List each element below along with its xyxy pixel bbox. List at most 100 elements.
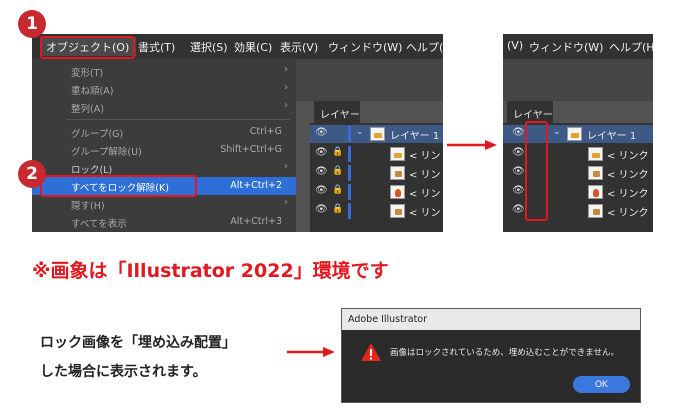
eye-icon[interactable]: 👁: [512, 166, 525, 177]
layer-thumbnail-icon: [370, 127, 385, 141]
step-badge-1: 1: [18, 10, 46, 38]
layer-color-bar: [348, 203, 351, 219]
linked-file-label: < リン: [409, 151, 441, 162]
arrow-right-icon: [447, 140, 497, 150]
control-bar: [503, 59, 653, 101]
menu-item-shortcut: Alt+Ctrl+2: [230, 180, 282, 191]
control-bar: [296, 59, 443, 101]
ok-button[interactable]: OK: [573, 376, 630, 393]
layer-thumbnail-icon: [588, 185, 603, 199]
lock-icon[interactable]: 🔒: [332, 185, 343, 195]
menu-window[interactable]: ウィンドウ(W): [529, 39, 603, 55]
menu-item-shortcut: Alt+Ctrl+3: [230, 216, 282, 227]
eye-icon[interactable]: 👁: [315, 204, 328, 215]
layer-row[interactable]: 👁 ⌄ レイヤー 1: [310, 125, 443, 143]
layer-color-bar: [348, 126, 351, 142]
layer-thumbnail-icon: [588, 147, 603, 161]
layer-thumbnail-icon: [567, 127, 582, 141]
menu-type[interactable]: 書式(T): [138, 39, 175, 55]
layers-list: 👁 ⌄ レイヤー 1 👁 🔒 < リン 👁 🔒 < リン 👁 🔒 < リン 👁 …: [310, 123, 443, 232]
menu-view[interactable]: (V): [507, 39, 523, 52]
menu-help[interactable]: ヘルプ(: [406, 39, 443, 55]
layer-item-row[interactable]: 👁 🔒 < リン: [310, 202, 443, 220]
menu-item-label: 隠す(H): [71, 201, 105, 212]
lock-icon[interactable]: 🔒: [332, 147, 343, 157]
illustrator-window-left: オブジェクト(O) 書式(T) 選択(S) 効果(C) 表示(V) ウィンドウ(…: [32, 34, 443, 232]
menu-item-shortcut: Shift+Ctrl+G: [220, 144, 282, 155]
layer-thumbnail-icon: [390, 147, 405, 161]
linked-file-label: < リンク: [607, 151, 649, 162]
linked-file-label: < リン: [409, 170, 441, 181]
eye-icon[interactable]: 👁: [512, 127, 525, 138]
menu-item-label: ロック(L): [71, 165, 113, 176]
alert-dialog: Adobe Illustrator 画像はロックされているため、埋め込むことがで…: [341, 308, 641, 403]
menu-item-label: 整列(A): [71, 104, 104, 115]
eye-icon[interactable]: 👁: [315, 127, 328, 138]
lock-icon[interactable]: 🔒: [332, 166, 343, 176]
layer-thumbnail-icon: [390, 166, 405, 180]
layer-color-bar: [348, 146, 351, 162]
highlight-box-object-menu: [40, 36, 135, 59]
menu-help[interactable]: ヘルプ(H: [609, 39, 653, 55]
dialog-message: 画像はロックされているため、埋め込むことができません。: [390, 348, 619, 358]
environment-caption: ※画象は「Illustrator 2022」環境です: [32, 260, 389, 282]
chevron-right-icon: ›: [284, 197, 288, 208]
workspace-area: レイヤー 👁 ⌄ レイヤー 1 👁 🔒 < リン 👁 🔒 < リン 👁 🔒 < …: [296, 59, 443, 232]
menu-item-shortcut: Ctrl+G: [249, 126, 282, 137]
layer-thumbnail-icon: [588, 166, 603, 180]
menu-effect[interactable]: 効果(C): [234, 39, 272, 55]
note-line-2: した場合に表示されます。: [40, 364, 207, 380]
linked-file-label: < リン: [409, 189, 441, 200]
eye-icon[interactable]: 👁: [512, 185, 525, 196]
note-line-1: ロック画像を「埋め込み配置」: [40, 335, 236, 351]
chevron-right-icon: ›: [284, 64, 288, 75]
dialog-title: Adobe Illustrator: [342, 309, 640, 330]
chevron-right-icon: ›: [284, 161, 288, 172]
menu-item-align[interactable]: 整列(A) ›: [32, 98, 296, 116]
tab-layers[interactable]: レイヤー: [314, 101, 360, 123]
menu-item-arrange[interactable]: 重ね順(A) ›: [32, 80, 296, 98]
menubar: (V) ウィンドウ(W) ヘルプ(H: [503, 34, 653, 59]
layer-item-row[interactable]: 👁 🔒 < リン: [310, 145, 443, 163]
layer-item-row[interactable]: 👁 🔒 < リン: [310, 183, 443, 201]
warning-icon: [361, 343, 381, 361]
layer-item-row[interactable]: 👁 🔒 < リン: [310, 164, 443, 182]
layer-thumbnail-icon: [390, 204, 405, 218]
layer-color-bar: [348, 165, 351, 181]
menu-item-label: グループ(G): [71, 129, 124, 140]
menu-item-label: 重ね順(A): [71, 86, 114, 97]
chevron-right-icon: ›: [284, 100, 288, 111]
eye-icon[interactable]: 👁: [512, 204, 525, 215]
menu-item-ungroup[interactable]: グループ解除(U) Shift+Ctrl+G: [32, 141, 296, 159]
menu-select[interactable]: 選択(S): [190, 39, 228, 55]
layer-color-bar: [348, 184, 351, 200]
chevron-down-icon[interactable]: ⌄: [553, 127, 561, 137]
highlight-box-unlock-all: [40, 175, 197, 197]
menu-separator: [66, 119, 290, 120]
menu-item-hide[interactable]: 隠す(H) ›: [32, 195, 296, 213]
linked-file-label: < リン: [409, 208, 441, 219]
menu-window[interactable]: ウィンドウ(W): [328, 39, 402, 55]
layer-name: レイヤー 1: [390, 131, 440, 142]
menu-item-transform[interactable]: 変形(T) ›: [32, 62, 296, 80]
linked-file-label: < リンク: [607, 189, 649, 200]
layer-thumbnail-icon: [390, 185, 405, 199]
layer-thumbnail-icon: [588, 204, 603, 218]
linked-file-label: < リンク: [607, 170, 649, 181]
eye-icon[interactable]: 👁: [512, 147, 525, 158]
linked-file-label: < リンク: [607, 208, 649, 219]
eye-icon[interactable]: 👁: [315, 166, 328, 177]
menu-view[interactable]: 表示(V): [280, 39, 318, 55]
layer-name: レイヤー 1: [587, 131, 637, 142]
eye-icon[interactable]: 👁: [315, 147, 328, 158]
menu-item-label: グループ解除(U): [71, 147, 142, 158]
menu-item-label: すべてを表示: [71, 219, 127, 230]
tab-layers[interactable]: レイヤー: [507, 101, 553, 123]
eye-icon[interactable]: 👁: [315, 185, 328, 196]
menu-item-group[interactable]: グループ(G) Ctrl+G: [32, 123, 296, 141]
lock-icon[interactable]: 🔒: [332, 204, 343, 214]
menu-item-show-all[interactable]: すべてを表示 Alt+Ctrl+3: [32, 213, 296, 231]
chevron-down-icon[interactable]: ⌄: [356, 127, 364, 137]
menu-item-label: 変形(T): [71, 68, 104, 79]
object-menu-dropdown: 変形(T) › 重ね順(A) › 整列(A) › グループ(G) Ctrl+G …: [32, 59, 296, 232]
